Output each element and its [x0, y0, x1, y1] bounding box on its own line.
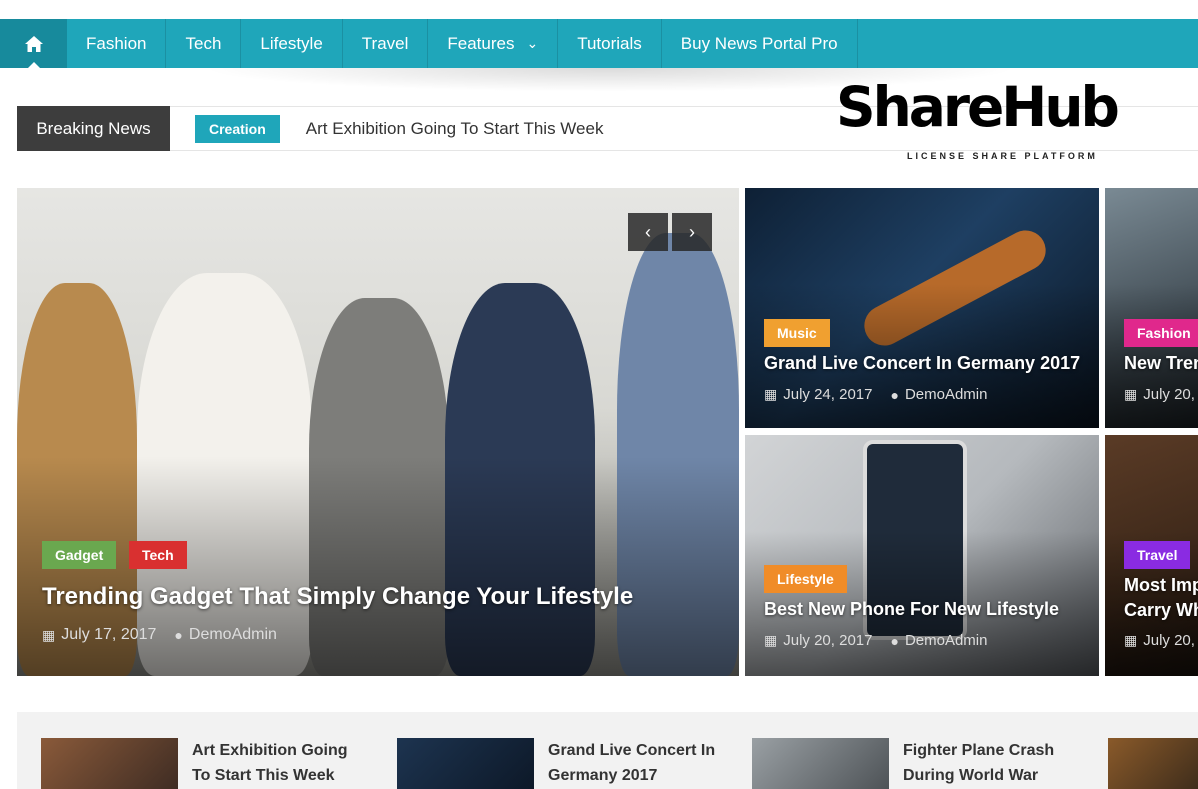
- card-meta: ▦ July 20, 2017 ● DemoAdmin: [764, 632, 987, 649]
- post-title-line1: Fighter Plane Crash: [903, 742, 1055, 759]
- list-item[interactable]: Grand Live Concert In Germany 2017: [397, 738, 718, 789]
- post-thumbnail[interactable]: [397, 738, 534, 789]
- card-meta: ▦ July 20,: [1124, 632, 1195, 649]
- list-item[interactable]: Fighter Plane Crash During World War: [752, 738, 1073, 789]
- featured-main-meta: ▦ July 17, 2017 ● DemoAdmin: [42, 626, 277, 644]
- tag-gadget[interactable]: Gadget: [42, 541, 117, 569]
- featured-card-travel[interactable]: Travel Most Imp Carry Wh ▦ July 20,: [1105, 435, 1198, 676]
- nav-item-label: Buy News Portal Pro: [680, 33, 838, 53]
- post-date: July 17, 2017: [61, 626, 157, 643]
- tag-lifestyle[interactable]: Lifestyle: [764, 565, 847, 593]
- chevron-left-icon: ‹: [645, 221, 651, 242]
- post-title-line1: Grand Live Concert In: [548, 742, 716, 759]
- calendar-icon: ▦: [764, 632, 778, 648]
- post-title-line2: During World War: [903, 767, 1039, 784]
- user-icon: ●: [890, 386, 899, 403]
- nav-item-lifestyle[interactable]: Lifestyle: [241, 19, 343, 68]
- nav-item-label: Travel: [361, 33, 409, 53]
- breaking-news-title[interactable]: Art Exhibition Going To Start This Week: [306, 119, 604, 139]
- home-icon: [24, 35, 43, 52]
- post-author[interactable]: DemoAdmin: [189, 626, 277, 644]
- slider-next-button[interactable]: ›: [672, 213, 712, 251]
- calendar-icon: ▦: [764, 386, 778, 402]
- card-meta: ▦ July 24, 2017 ● DemoAdmin: [764, 386, 987, 403]
- post-date: July 20, 2017: [783, 632, 873, 649]
- post-title[interactable]: Art Exhibition Going To Start This Week: [192, 738, 362, 789]
- calendar-icon: ▦: [1124, 632, 1138, 648]
- calendar-icon: ▦: [42, 626, 56, 643]
- calendar-icon: ▦: [1124, 386, 1138, 402]
- page: Fashion Tech Lifestyle Travel Features ⌄…: [0, 0, 1198, 789]
- logo-subtitle: LICENSE SHARE PLATFORM: [907, 151, 1098, 161]
- featured-card-music[interactable]: Music Grand Live Concert In Germany 2017…: [745, 188, 1099, 428]
- nav-item-travel[interactable]: Travel: [343, 19, 429, 68]
- post-thumbnail[interactable]: [41, 738, 178, 789]
- post-title-line2: Germany 2017: [548, 767, 658, 784]
- card-title[interactable]: Grand Live Concert In Germany 2017: [764, 353, 1080, 374]
- post-title[interactable]: Fighter Plane Crash During World War: [903, 738, 1073, 789]
- card-title[interactable]: Best New Phone For New Lifestyle: [764, 599, 1059, 620]
- breaking-news-label: Breaking News: [17, 106, 170, 151]
- post-title-line1: Art Exhibition Going: [192, 742, 348, 759]
- post-title[interactable]: Grand Live Concert In Germany 2017: [548, 738, 718, 789]
- featured-card-lifestyle[interactable]: Lifestyle Best New Phone For New Lifesty…: [745, 435, 1099, 676]
- nav-item-label: Features: [447, 33, 515, 53]
- nav-item-tutorials[interactable]: Tutorials: [558, 19, 662, 68]
- featured-card-fashion[interactable]: Fashion New Tren ▦ July 20,: [1105, 188, 1198, 428]
- tag-music[interactable]: Music: [764, 319, 830, 347]
- post-thumbnail[interactable]: [1108, 738, 1198, 789]
- nav-item-label: Lifestyle: [260, 33, 323, 53]
- list-item[interactable]: [1108, 738, 1198, 789]
- user-icon: ●: [890, 632, 899, 649]
- breaking-news-category[interactable]: Creation: [195, 114, 280, 143]
- sharehub-logo: ShareHub LICENSE SHARE PLATFORM: [836, 80, 1148, 162]
- post-date: July 24, 2017: [783, 386, 873, 403]
- post-date: July 20,: [1143, 632, 1195, 649]
- nav-item-tech[interactable]: Tech: [166, 19, 242, 68]
- card-title-line2[interactable]: Carry Wh: [1124, 600, 1198, 621]
- card-meta: ▦ July 20,: [1124, 386, 1195, 403]
- nav-item-label: Tech: [185, 33, 222, 53]
- slider-prev-button[interactable]: ‹: [628, 213, 668, 251]
- nav-item-features[interactable]: Features ⌄: [428, 19, 559, 68]
- nav-item-label: Tutorials: [577, 33, 642, 53]
- main-navigation: Fashion Tech Lifestyle Travel Features ⌄…: [0, 19, 1198, 68]
- featured-main-title[interactable]: Trending Gadget That Simply Change Your …: [42, 583, 633, 611]
- logo-text: ShareHub: [836, 75, 1120, 139]
- featured-main-card[interactable]: ‹ › Gadget Tech Trending Gadget That Sim…: [17, 188, 739, 676]
- list-item[interactable]: Art Exhibition Going To Start This Week: [41, 738, 362, 789]
- nav-item-fashion[interactable]: Fashion: [67, 19, 167, 68]
- post-author[interactable]: DemoAdmin: [905, 386, 988, 403]
- card-title[interactable]: New Tren: [1124, 353, 1198, 374]
- chevron-right-icon: ›: [689, 221, 695, 242]
- tag-fashion[interactable]: Fashion: [1124, 319, 1198, 347]
- post-author[interactable]: DemoAdmin: [905, 632, 988, 649]
- nav-item-buy-pro[interactable]: Buy News Portal Pro: [662, 19, 858, 68]
- post-thumbnail[interactable]: [752, 738, 889, 789]
- latest-posts-strip: Art Exhibition Going To Start This Week …: [17, 712, 1198, 789]
- tag-tech[interactable]: Tech: [129, 541, 187, 569]
- tag-travel[interactable]: Travel: [1124, 541, 1191, 569]
- chevron-down-icon: ⌄: [526, 35, 539, 51]
- nav-item-label: Fashion: [86, 33, 147, 53]
- card-title-line1[interactable]: Most Imp: [1124, 575, 1198, 596]
- user-icon: ●: [174, 627, 183, 643]
- post-title-line2: To Start This Week: [192, 767, 335, 784]
- nav-home-button[interactable]: [0, 19, 67, 68]
- post-date: July 20,: [1143, 386, 1195, 403]
